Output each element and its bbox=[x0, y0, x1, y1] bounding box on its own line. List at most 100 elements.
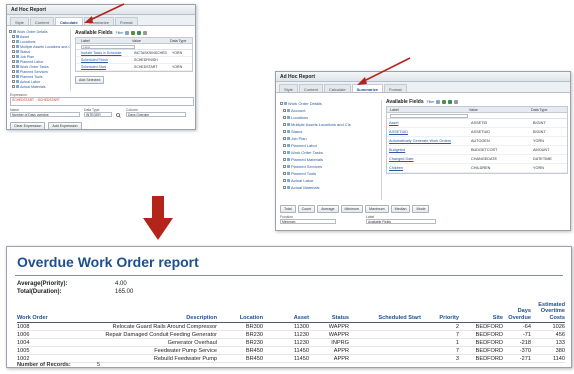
tab-content[interactable]: Content bbox=[29, 17, 54, 25]
table-row[interactable]: Scheduled Finish SCHEDFINISH bbox=[76, 57, 192, 64]
expand-toggle-icon[interactable] bbox=[283, 172, 286, 175]
field-label-link[interactable]: Scheduled Start bbox=[76, 64, 132, 70]
column-header[interactable]: Asset bbox=[263, 315, 309, 322]
table-row[interactable]: Automatically Generate Work Orders AUTOGE… bbox=[387, 137, 567, 146]
col-label[interactable]: Label bbox=[76, 38, 132, 43]
clear-expression-button[interactable]: Clear Expression bbox=[10, 122, 46, 129]
edit-icon[interactable] bbox=[131, 31, 136, 35]
column-header[interactable]: Priority bbox=[421, 315, 459, 322]
aggregate-median-button[interactable]: Median bbox=[390, 205, 411, 213]
search-icon[interactable] bbox=[436, 100, 441, 104]
field-label-link[interactable]: Budgeted bbox=[387, 146, 469, 154]
expand-toggle-icon[interactable] bbox=[283, 123, 286, 126]
tab-content[interactable]: Content bbox=[298, 84, 323, 92]
tree-item[interactable]: Status bbox=[280, 128, 381, 135]
expand-toggle-icon[interactable] bbox=[12, 80, 15, 83]
expand-toggle-icon[interactable] bbox=[12, 60, 15, 63]
name-input[interactable]: Number of Days overdue bbox=[10, 112, 80, 117]
filter-link[interactable]: Filter bbox=[427, 100, 435, 104]
expand-toggle-icon[interactable] bbox=[283, 186, 286, 189]
aggregate-count-button[interactable]: Count bbox=[297, 205, 316, 213]
expand-toggle-icon[interactable] bbox=[283, 116, 286, 119]
expand-toggle-icon[interactable] bbox=[280, 102, 283, 105]
column-header[interactable]: Location bbox=[217, 315, 263, 322]
field-label-link[interactable]: Automatically Generate Work Orders bbox=[387, 137, 469, 145]
col-data-type[interactable]: Data Type bbox=[170, 38, 192, 43]
expand-toggle-icon[interactable] bbox=[12, 85, 15, 88]
expand-toggle-icon[interactable] bbox=[283, 109, 286, 112]
expand-toggle-icon[interactable] bbox=[12, 65, 15, 68]
expand-toggle-icon[interactable] bbox=[12, 50, 15, 53]
add-selected-button[interactable]: Add Selected bbox=[75, 76, 105, 84]
expand-toggle-icon[interactable] bbox=[9, 30, 12, 33]
settings-icon[interactable] bbox=[454, 100, 459, 104]
expand-toggle-icon[interactable] bbox=[283, 130, 286, 133]
tree-item[interactable]: Actual Materials bbox=[9, 84, 70, 89]
table-row[interactable]: Include Tasks in Schedule INCTASKSINSCHED… bbox=[76, 50, 192, 57]
expand-toggle-icon[interactable] bbox=[283, 151, 286, 154]
add-expression-button[interactable]: Add Expression bbox=[48, 122, 82, 129]
aggregate-maximum-button[interactable]: Maximum bbox=[365, 205, 389, 213]
label-input[interactable]: Available Fields bbox=[366, 219, 436, 224]
field-label-link[interactable]: ASSETUID bbox=[387, 128, 469, 136]
tree-item[interactable]: Actual Labor bbox=[280, 177, 381, 184]
lookup-icon[interactable] bbox=[116, 108, 122, 119]
expand-toggle-icon[interactable] bbox=[12, 55, 15, 58]
expand-toggle-icon[interactable] bbox=[283, 144, 286, 147]
tree-item[interactable]: Account bbox=[280, 107, 381, 114]
download-icon[interactable] bbox=[137, 31, 142, 35]
table-row[interactable]: Asset ASSETID BIGINT bbox=[387, 119, 567, 128]
expand-toggle-icon[interactable] bbox=[283, 137, 286, 140]
aggregate-minimum-button[interactable]: Minimum bbox=[340, 205, 364, 213]
col-label[interactable]: Label bbox=[387, 107, 469, 112]
field-label-link[interactable]: Include Tasks in Schedule bbox=[76, 50, 132, 56]
table-row[interactable]: Budgeted BUDGETCOST AMOUNT bbox=[387, 146, 567, 155]
tree-item[interactable]: Planned Labor bbox=[280, 142, 381, 149]
aggregate-mode-button[interactable]: Mode bbox=[412, 205, 430, 213]
col-value[interactable]: Value bbox=[469, 107, 531, 112]
tab-calculate[interactable]: Calculate bbox=[323, 84, 351, 92]
column-header[interactable]: Work Order bbox=[17, 315, 67, 322]
expand-toggle-icon[interactable] bbox=[283, 179, 286, 182]
aggregate-total-button[interactable]: Total bbox=[280, 205, 296, 213]
expand-toggle-icon[interactable] bbox=[283, 165, 286, 168]
expand-toggle-icon[interactable] bbox=[12, 35, 15, 38]
tab-calculate[interactable]: Calculate bbox=[54, 17, 83, 25]
search-icon[interactable] bbox=[125, 31, 130, 35]
expand-toggle-icon[interactable] bbox=[12, 45, 15, 48]
expand-toggle-icon[interactable] bbox=[12, 70, 15, 73]
function-input[interactable]: Minimum bbox=[280, 219, 336, 224]
table-row[interactable]: Scheduled Start SCHEDSTART YORN bbox=[76, 64, 192, 71]
settings-icon[interactable] bbox=[143, 31, 148, 35]
tab-style[interactable]: Style bbox=[10, 17, 29, 25]
tree-item[interactable]: Actual Materials bbox=[280, 184, 381, 191]
tree-item[interactable]: Planned Services bbox=[280, 163, 381, 170]
aggregate-average-button[interactable]: Average bbox=[317, 205, 339, 213]
download-icon[interactable] bbox=[448, 100, 453, 104]
column-header[interactable]: Site bbox=[459, 315, 503, 322]
col-value[interactable]: Value bbox=[132, 38, 170, 43]
col-data-type[interactable]: Data Type bbox=[531, 107, 567, 112]
filter-link[interactable]: Filter bbox=[116, 31, 124, 35]
expand-toggle-icon[interactable] bbox=[12, 40, 15, 43]
table-row[interactable]: Changed Date CHANGEDATE DATETIME bbox=[387, 155, 567, 164]
field-label-link[interactable]: Asset bbox=[387, 119, 469, 127]
expand-toggle-icon[interactable] bbox=[283, 158, 286, 161]
column-header[interactable]: Days Overdue bbox=[503, 308, 531, 321]
tab-style[interactable]: Style bbox=[279, 84, 298, 92]
field-label-link[interactable]: Changed Date bbox=[387, 155, 469, 163]
tree-item[interactable]: Multiple Assets Locations and CIs bbox=[280, 121, 381, 128]
column-header[interactable]: Status bbox=[309, 315, 349, 322]
label-filter-input[interactable] bbox=[390, 114, 468, 118]
tree-item[interactable]: Work Order Details bbox=[280, 100, 381, 107]
tree-item[interactable]: Planned Tools bbox=[280, 170, 381, 177]
field-label-link[interactable]: Scheduled Finish bbox=[76, 57, 132, 63]
label-filter-input[interactable]: Label bbox=[81, 45, 135, 49]
tree-item[interactable]: Planned Materials bbox=[280, 156, 381, 163]
field-label-link[interactable]: Children bbox=[387, 164, 469, 172]
table-row[interactable]: Children CHILDREN YORN bbox=[387, 164, 567, 173]
tree-item[interactable]: Job Plan bbox=[280, 135, 381, 142]
column-header[interactable]: Description bbox=[67, 315, 217, 322]
column-header[interactable]: Estimated Overtime Costs bbox=[531, 302, 565, 322]
column-input[interactable]: Days Overdue bbox=[126, 112, 186, 117]
